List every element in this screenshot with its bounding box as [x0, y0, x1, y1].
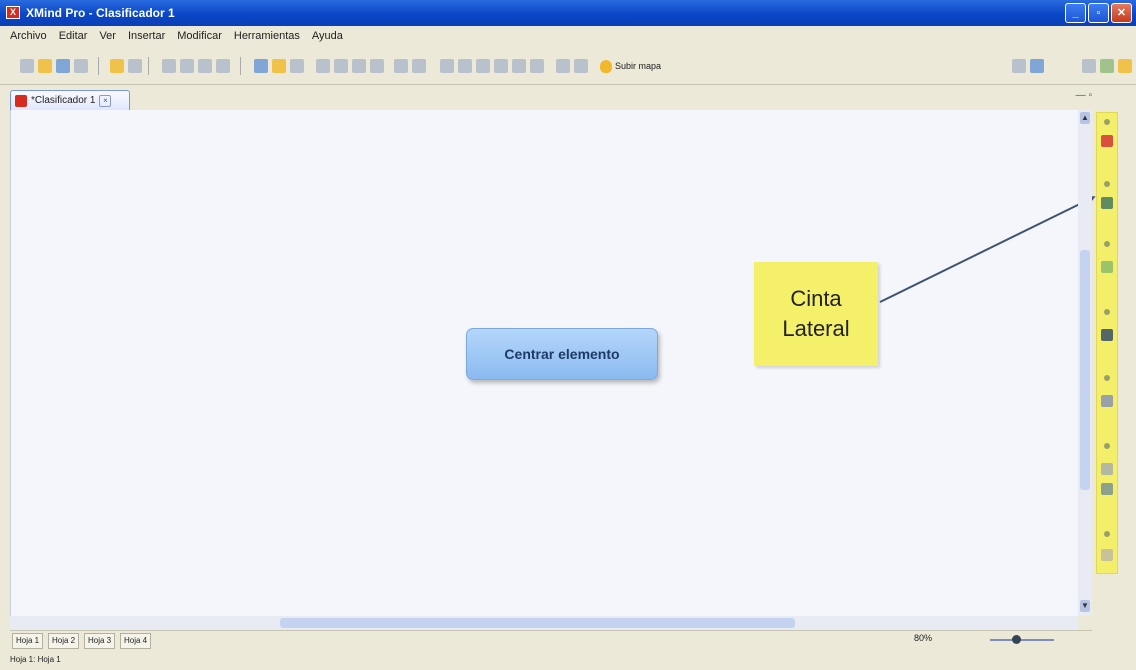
scroll-up-icon[interactable]: ▲ — [1080, 112, 1090, 124]
central-topic[interactable]: Centrar elemento — [466, 328, 658, 380]
shape-icon[interactable] — [254, 59, 268, 73]
xmind-file-icon — [15, 94, 27, 107]
status-bar: Hoja 1: Hoja 1 — [0, 650, 1136, 670]
toolbar-separator — [240, 57, 241, 75]
pin-icon[interactable] — [1082, 59, 1096, 73]
structure-icon[interactable] — [458, 59, 472, 73]
notes-icon[interactable] — [1118, 59, 1132, 73]
upload-map-label: Subir mapa — [615, 61, 662, 71]
search-icon[interactable] — [1101, 395, 1113, 407]
info-icon[interactable] — [574, 59, 588, 73]
status-text: Hoja 1: Hoja 1 — [10, 655, 61, 664]
pin-icon[interactable] — [1104, 309, 1110, 315]
summary-icon[interactable] — [352, 59, 366, 73]
maximize-button[interactable]: ▫ — [1088, 3, 1109, 23]
tab-clasificador[interactable]: *Clasificador 1 × — [10, 90, 130, 110]
styles-icon[interactable] — [1101, 549, 1113, 561]
copy-icon[interactable] — [198, 59, 212, 73]
menu-archivo[interactable]: Archivo — [10, 30, 47, 42]
horizontal-scrollbar[interactable] — [10, 616, 1078, 630]
markers-icon[interactable] — [1101, 329, 1113, 341]
subtopic-icon[interactable] — [128, 59, 142, 73]
grid-icon[interactable] — [476, 59, 490, 73]
pin-icon[interactable] — [1104, 531, 1110, 537]
vertical-scrollbar[interactable]: ▲ ▼ — [1078, 110, 1092, 616]
toolbar-separator — [98, 57, 99, 75]
outline-icon[interactable] — [1101, 197, 1113, 209]
menu-editar[interactable]: Editar — [59, 30, 88, 42]
menu-ver[interactable]: Ver — [99, 30, 116, 42]
view-icon[interactable] — [1030, 59, 1044, 73]
save-icon[interactable] — [56, 59, 70, 73]
layout-icon[interactable] — [290, 59, 304, 73]
scroll-down-icon[interactable]: ▼ — [1080, 600, 1090, 612]
zoom-slider[interactable] — [990, 639, 1054, 641]
zoom-in-icon[interactable] — [530, 59, 544, 73]
horizontal-scroll-thumb[interactable] — [280, 618, 795, 628]
toolbar: Subir mapa — [0, 46, 1136, 85]
pin-icon[interactable] — [1104, 181, 1110, 187]
print-icon[interactable] — [74, 59, 88, 73]
editor-tabstrip: *Clasificador 1 × — ▫ — [10, 88, 1092, 112]
lightbulb-icon — [600, 59, 612, 73]
help-icon[interactable] — [556, 59, 570, 73]
topic-icon[interactable] — [110, 59, 124, 73]
boundary-icon[interactable] — [316, 59, 330, 73]
comments-icon[interactable] — [1101, 483, 1113, 495]
callout-line-1: Cinta — [790, 286, 842, 311]
image-icon[interactable] — [412, 59, 426, 73]
sheet-tab-3[interactable]: Hoja 3 — [84, 633, 116, 649]
side-ribbon — [1096, 112, 1118, 574]
menu-herramientas[interactable]: Herramientas — [234, 30, 300, 42]
perspective-icon[interactable] — [1100, 59, 1114, 73]
new-file-icon[interactable] — [20, 59, 34, 73]
sheet-tab-1[interactable]: Hoja 1 — [12, 633, 44, 649]
sheet-tab-bar: Hoja 1 Hoja 2 Hoja 3 Hoja 4 80% — [10, 630, 1092, 649]
align-icon[interactable] — [440, 59, 454, 73]
upload-map-button[interactable]: Subir mapa — [600, 59, 661, 73]
pin-icon[interactable] — [1104, 375, 1110, 381]
pin-icon[interactable] — [1104, 241, 1110, 247]
vertical-scroll-thumb[interactable] — [1080, 250, 1090, 490]
undo-icon[interactable] — [162, 59, 176, 73]
toolbar-separator — [148, 57, 149, 75]
overview-icon[interactable] — [1101, 135, 1113, 147]
arrow-icon[interactable] — [512, 59, 526, 73]
xmind-app-icon: X — [6, 6, 20, 19]
menu-modificar[interactable]: Modificar — [177, 30, 222, 42]
open-folder-icon[interactable] — [38, 59, 52, 73]
window-title: XMind Pro - Clasificador 1 — [26, 6, 175, 20]
idea-icon[interactable] — [272, 59, 286, 73]
callout-note: Cinta Lateral — [754, 262, 878, 366]
minimize-button[interactable]: _ — [1065, 3, 1086, 23]
menu-ayuda[interactable]: Ayuda — [312, 30, 343, 42]
tab-label: *Clasificador 1 — [31, 95, 96, 106]
relationship-icon[interactable] — [334, 59, 348, 73]
cut-icon[interactable] — [180, 59, 194, 73]
properties-icon[interactable] — [1101, 261, 1113, 273]
zoom-slider-knob[interactable] — [1012, 635, 1021, 644]
editor-window-controls[interactable]: — ▫ — [1076, 90, 1092, 101]
menu-insertar[interactable]: Insertar — [128, 30, 165, 42]
marker-icon[interactable] — [394, 59, 408, 73]
notes-icon[interactable] — [1101, 463, 1113, 475]
sheet-tab-2[interactable]: Hoja 2 — [48, 633, 80, 649]
close-button[interactable]: ✕ — [1111, 3, 1132, 23]
table-icon[interactable] — [494, 59, 508, 73]
pin-icon[interactable] — [1012, 59, 1026, 73]
tab-close-icon[interactable]: × — [99, 94, 112, 107]
zoom-value: 80% — [914, 633, 933, 643]
pin-icon[interactable] — [1104, 119, 1110, 125]
central-topic-label: Centrar elemento — [504, 346, 620, 362]
pin-icon[interactable] — [1104, 443, 1110, 449]
sheet-tab-4[interactable]: Hoja 4 — [120, 633, 152, 649]
label-icon[interactable] — [370, 59, 384, 73]
delete-icon[interactable] — [216, 59, 230, 73]
menu-bar: Archivo Editar Ver Insertar Modificar He… — [0, 26, 1136, 46]
title-bar: X XMind Pro - Clasificador 1 _ ▫ ✕ — [0, 0, 1136, 26]
callout-line-2: Lateral — [782, 316, 850, 341]
